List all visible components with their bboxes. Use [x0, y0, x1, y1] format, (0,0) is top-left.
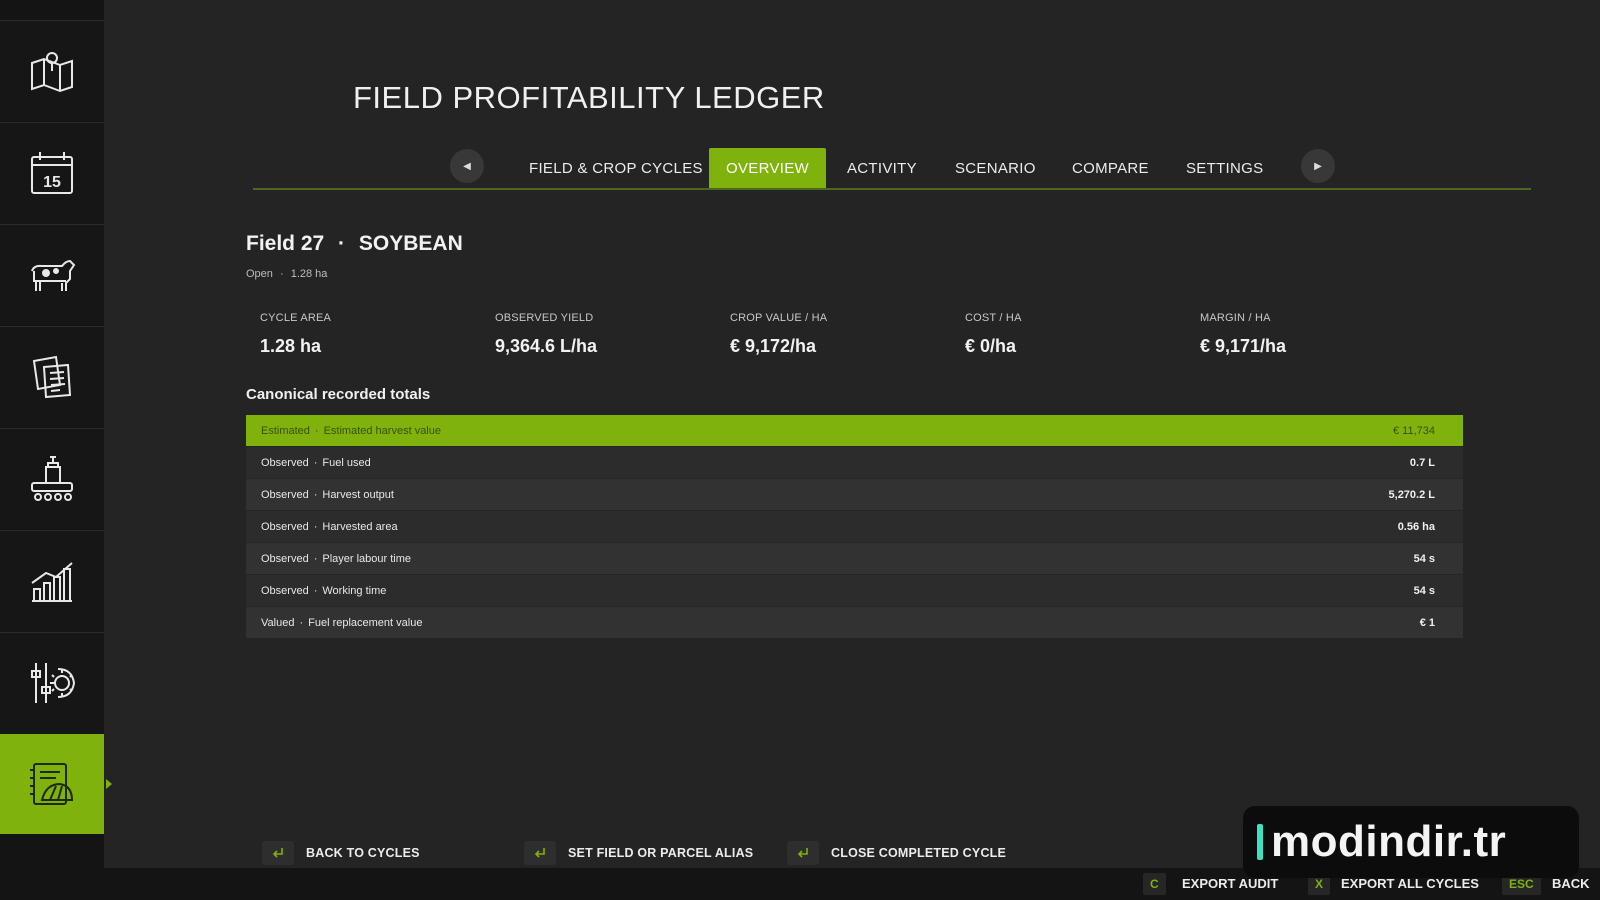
- tab-scenario[interactable]: SCENARIO: [938, 148, 1053, 188]
- close-completed-cycle-button[interactable]: CLOSE COMPLETED CYCLE: [787, 841, 1006, 865]
- field-area: 1.28 ha: [290, 268, 328, 280]
- row-value: € 1: [1419, 616, 1435, 629]
- field-title: Field 27 · SOYBEAN: [246, 232, 463, 256]
- enter-key-icon: [787, 841, 819, 865]
- sidebar-item-settings[interactable]: [0, 632, 104, 733]
- metric-observed-yield: OBSERVED YIELD 9,364.6 L/ha: [495, 312, 597, 357]
- metric-value: 1.28 ha: [260, 336, 322, 356]
- metric-label: CYCLE AREA: [260, 312, 332, 324]
- totals-title: Canonical recorded totals: [246, 386, 431, 403]
- row-label: Observed · Working time: [261, 584, 387, 597]
- ledger-icon: [30, 763, 74, 805]
- row-label: Observed · Player labour time: [261, 552, 412, 565]
- watermark-bar-icon: [1257, 824, 1263, 860]
- metric-cycle-area: CYCLE AREA 1.28 ha: [260, 312, 331, 357]
- metric-cost: COST / HA € 0/ha: [965, 312, 1022, 357]
- back-to-cycles-button[interactable]: BACK TO CYCLES: [262, 841, 420, 865]
- metric-margin: MARGIN / HA € 9,171/ha: [1200, 312, 1286, 357]
- field-crop: SOYBEAN: [358, 232, 463, 255]
- table-row[interactable]: Valued · Fuel replacement value € 1: [246, 607, 1463, 639]
- row-value: 5,270.2 L: [1388, 488, 1435, 501]
- table-row[interactable]: Observed · Player labour time 54 s: [246, 543, 1463, 575]
- tab-compare[interactable]: COMPARE: [1055, 148, 1166, 188]
- sidebar-item-ledger[interactable]: [0, 734, 104, 834]
- map-pin-icon: [31, 52, 73, 93]
- row-label: Estimated · Estimated harvest value: [261, 424, 441, 437]
- row-label: Valued · Fuel replacement value: [261, 616, 423, 629]
- table-row[interactable]: Observed · Working time 54 s: [246, 575, 1463, 607]
- metric-crop-value: CROP VALUE / HA € 9,172/ha: [730, 312, 827, 357]
- back-button[interactable]: BACK: [1552, 876, 1590, 891]
- production-icon: [31, 456, 73, 501]
- row-label: Observed · Harvested area: [261, 520, 398, 533]
- chevron-left-icon: ◀: [463, 160, 471, 172]
- metric-value: 9,364.6 L/ha: [495, 336, 598, 356]
- set-field-alias-button[interactable]: SET FIELD OR PARCEL ALIAS: [524, 841, 753, 865]
- metric-value: € 0/ha: [965, 336, 1017, 356]
- table-row[interactable]: Estimated · Estimated harvest value € 11,7…: [246, 415, 1463, 447]
- table-row[interactable]: Observed · Harvested area 0.56 ha: [246, 511, 1463, 543]
- statistics-icon: [31, 562, 73, 602]
- field-status: Open: [246, 268, 273, 280]
- row-value: 0.56 ha: [1397, 520, 1435, 533]
- tab-field-crop-cycles[interactable]: FIELD & CROP CYCLES: [512, 148, 720, 188]
- sidebar-item-statistics[interactable]: [0, 530, 104, 631]
- row-label: Observed · Harvest output: [261, 488, 394, 501]
- sidebar-item-documents[interactable]: [0, 326, 104, 427]
- sidebar: 15: [0, 0, 104, 868]
- row-value: 54 s: [1413, 584, 1435, 597]
- page-title: FIELD PROFITABILITY LEDGER: [353, 80, 825, 115]
- watermark-text: modindir.tr: [1271, 817, 1507, 866]
- tab-settings[interactable]: SETTINGS: [1169, 148, 1280, 188]
- metric-value: € 9,172/ha: [730, 336, 817, 356]
- sidebar-item-calendar[interactable]: 15: [0, 122, 104, 223]
- sidebar-item-production[interactable]: [0, 428, 104, 529]
- tab-prev-button[interactable]: ◀: [450, 149, 484, 183]
- action-label: BACK TO CYCLES: [306, 846, 420, 860]
- table-row[interactable]: Observed · Harvest output 5,270.2 L: [246, 479, 1463, 511]
- metric-value: € 9,171/ha: [1200, 336, 1287, 356]
- calendar-icon: 15: [31, 152, 73, 194]
- totals-table: Estimated · Estimated harvest value € 11,7…: [246, 415, 1463, 639]
- action-label: SET FIELD OR PARCEL ALIAS: [568, 846, 754, 860]
- chevron-right-icon: ▶: [1314, 160, 1322, 172]
- table-row[interactable]: Observed · Fuel used 0.7 L: [246, 447, 1463, 479]
- export-audit-button[interactable]: EXPORT AUDIT: [1182, 876, 1278, 891]
- metric-label: MARGIN / HA: [1200, 312, 1271, 324]
- row-value: 54 s: [1413, 552, 1435, 565]
- tab-overview[interactable]: OVERVIEW: [709, 148, 826, 188]
- enter-key-icon: [524, 841, 556, 865]
- svg-text:15: 15: [43, 174, 61, 191]
- sidebar-item-animals[interactable]: [0, 224, 104, 325]
- field-subtitle: Open · 1.28 ha: [246, 268, 328, 280]
- enter-key-icon: [262, 841, 294, 865]
- tab-activity[interactable]: ACTIVITY: [830, 148, 934, 188]
- row-value: 0.7 L: [1409, 456, 1435, 469]
- sidebar-item-map[interactable]: [0, 20, 104, 121]
- tab-next-button[interactable]: ▶: [1301, 149, 1335, 183]
- settings-icon: [31, 663, 76, 703]
- action-label: CLOSE COMPLETED CYCLE: [831, 846, 1007, 860]
- cow-icon: [31, 259, 76, 291]
- export-all-cycles-button[interactable]: EXPORT ALL CYCLES: [1341, 876, 1479, 891]
- field-separator: ·: [338, 232, 346, 255]
- tabs-divider: [253, 188, 1531, 190]
- metric-label: COST / HA: [965, 312, 1022, 324]
- watermark: modindir.tr: [1243, 806, 1579, 878]
- metric-label: OBSERVED YIELD: [495, 312, 594, 324]
- export-audit-key[interactable]: C: [1143, 873, 1166, 895]
- row-label: Observed · Fuel used: [261, 456, 371, 469]
- row-value: € 11,734: [1392, 424, 1435, 437]
- documents-icon: [32, 355, 72, 399]
- field-name: Field 27: [246, 232, 325, 255]
- metric-label: CROP VALUE / HA: [730, 312, 828, 324]
